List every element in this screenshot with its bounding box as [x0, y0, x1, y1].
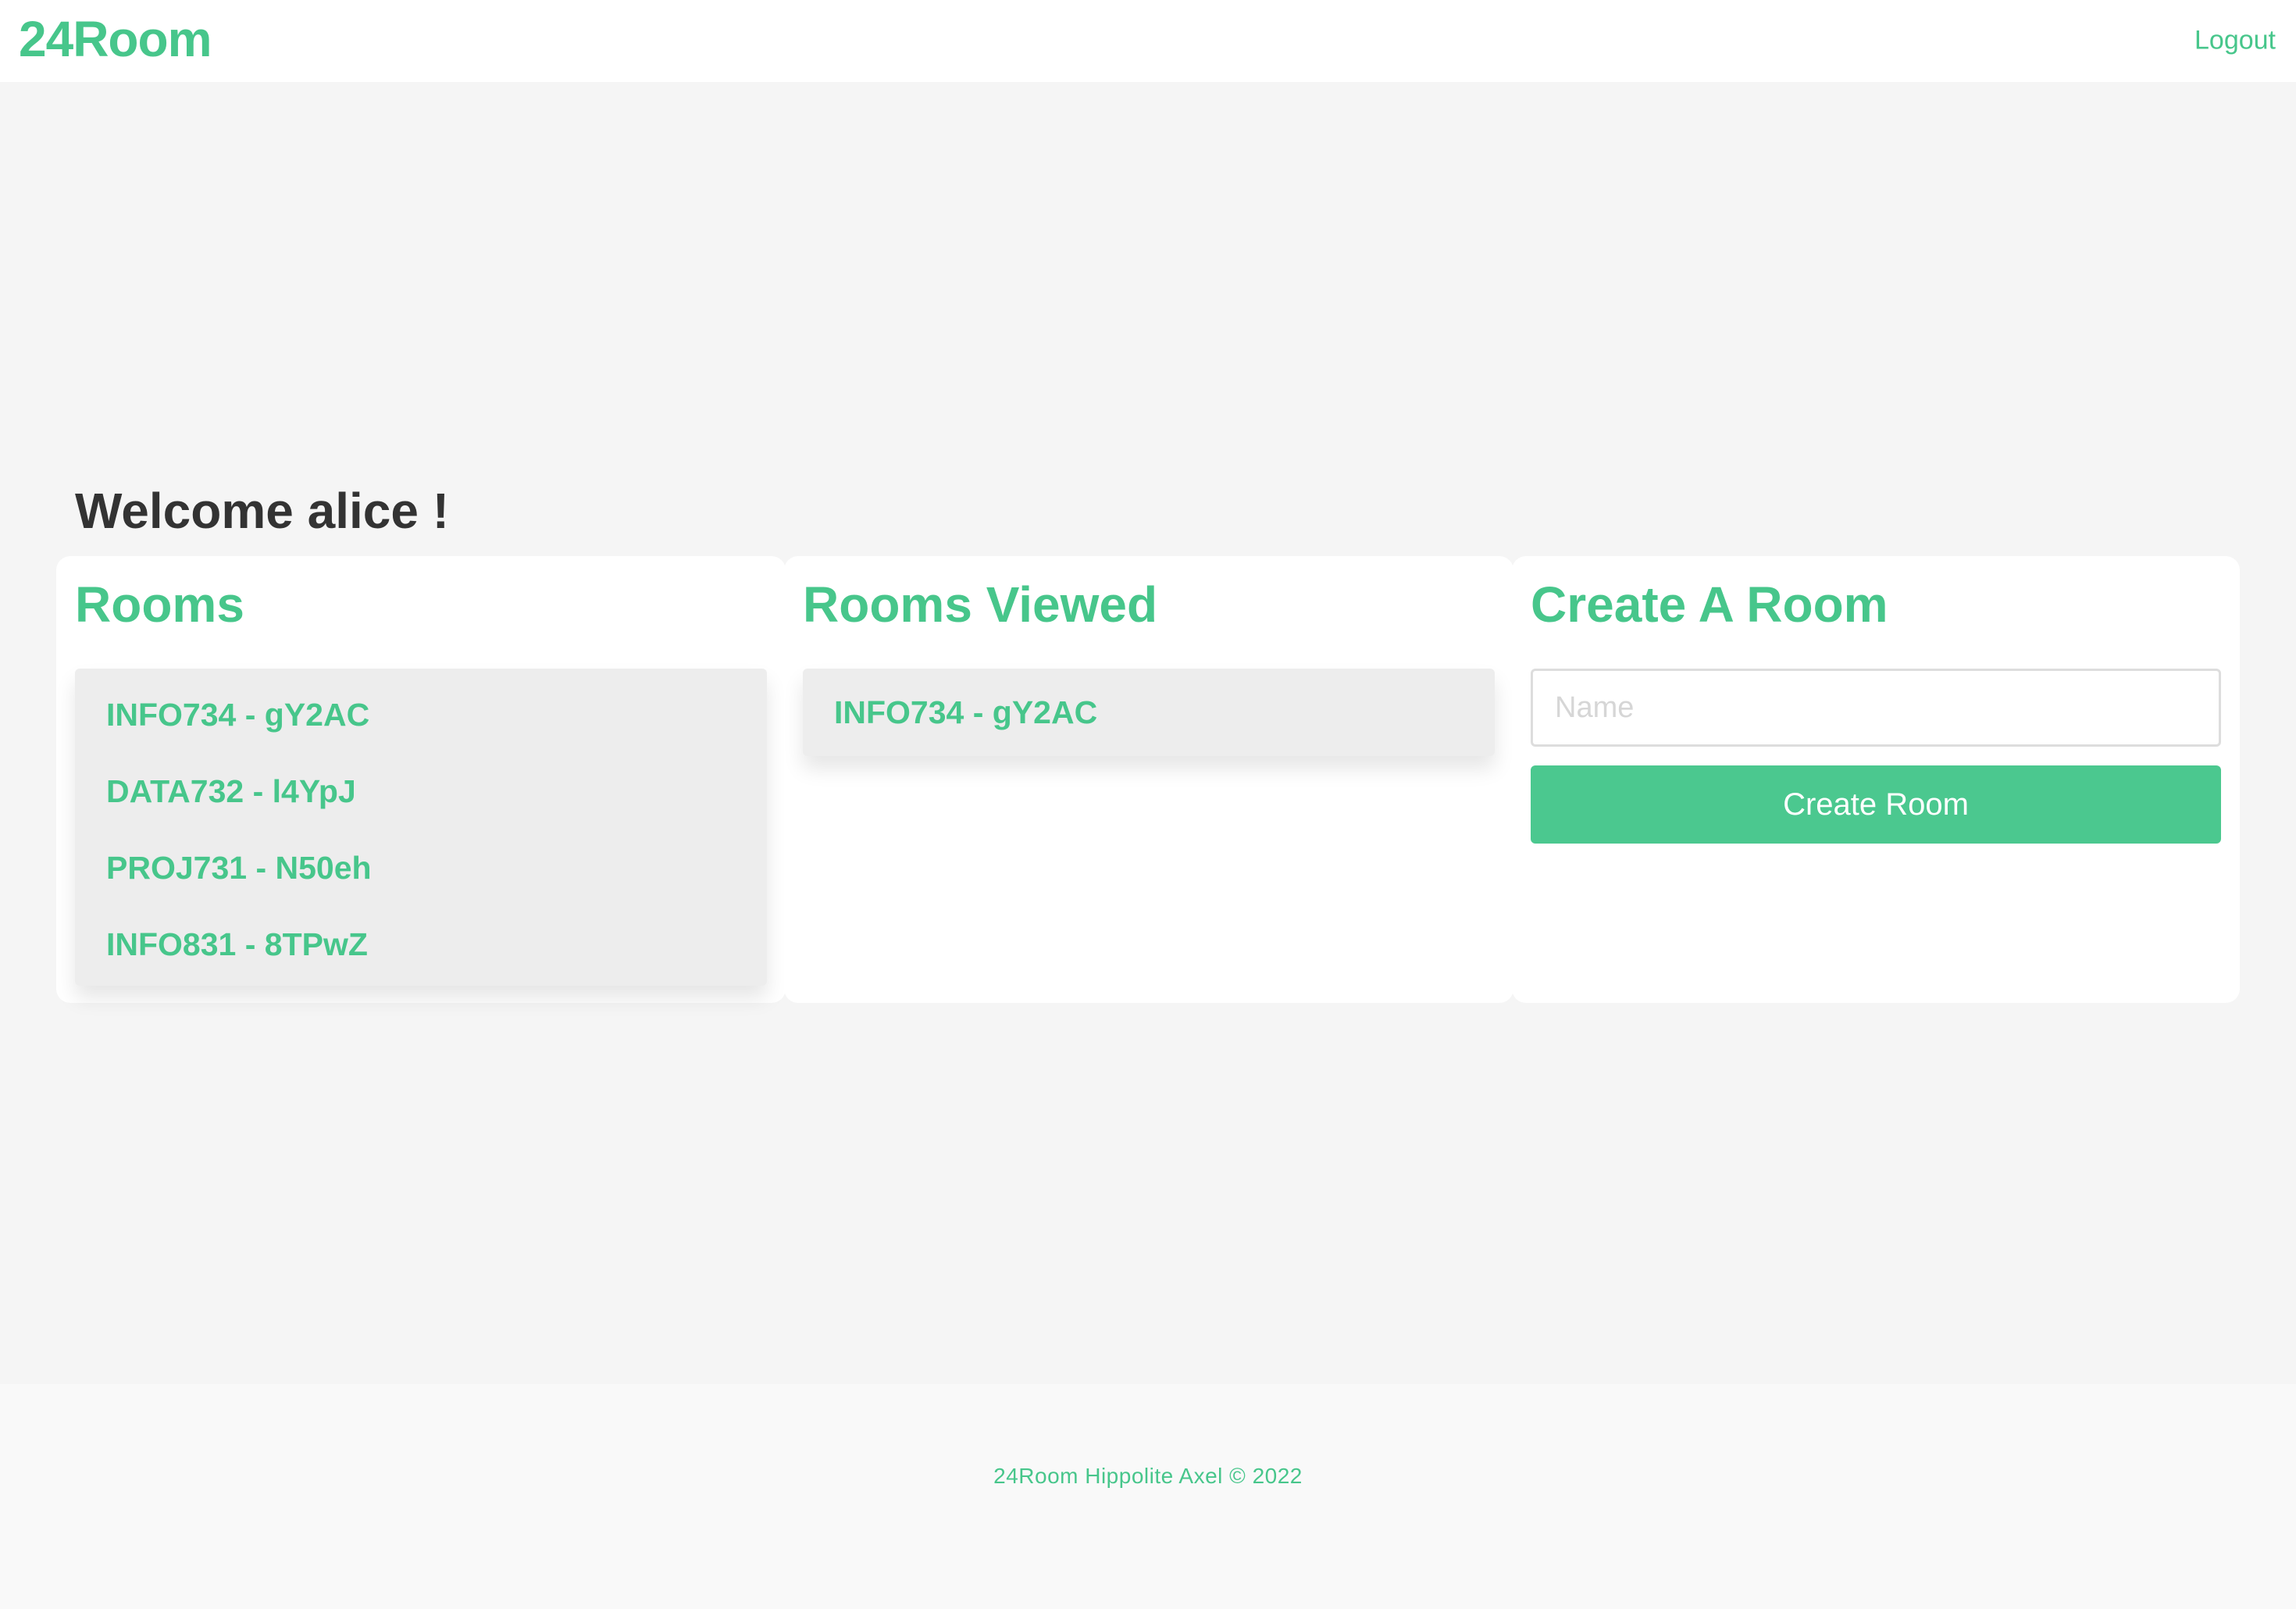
rooms-card: Rooms INFO734 - gY2AC DATA732 - l4YpJ PR…	[56, 556, 786, 1003]
room-item[interactable]: PROJ731 - N50eh	[75, 829, 767, 906]
logout-link[interactable]: Logout	[2194, 26, 2276, 56]
rooms-viewed-card: Rooms Viewed INFO734 - gY2AC	[784, 556, 1513, 1003]
rooms-viewed-title: Rooms Viewed	[803, 576, 1158, 633]
create-room-title: Create A Room	[1531, 576, 1888, 633]
room-item[interactable]: INFO734 - gY2AC	[75, 676, 767, 753]
navbar: 24Room Logout	[0, 0, 2296, 82]
footer: 24Room Hippolite Axel © 2022	[0, 1384, 2296, 1609]
rooms-title: Rooms	[75, 576, 244, 633]
room-item[interactable]: INFO831 - 8TPwZ	[75, 906, 767, 983]
create-room-button[interactable]: Create Room	[1531, 765, 2221, 844]
viewed-room-item[interactable]: INFO734 - gY2AC	[803, 669, 1495, 756]
rooms-list: INFO734 - gY2AC DATA732 - l4YpJ PROJ731 …	[75, 669, 767, 986]
rooms-viewed-list: INFO734 - gY2AC	[803, 669, 1495, 756]
footer-text: 24Room Hippolite Axel © 2022	[993, 1464, 1303, 1488]
create-room-card: Create A Room Create Room	[1512, 556, 2240, 1003]
room-name-input[interactable]	[1531, 669, 2221, 747]
brand-logo[interactable]: 24Room	[19, 10, 212, 68]
welcome-heading: Welcome alice !	[75, 483, 450, 539]
room-item[interactable]: DATA732 - l4YpJ	[75, 753, 767, 829]
